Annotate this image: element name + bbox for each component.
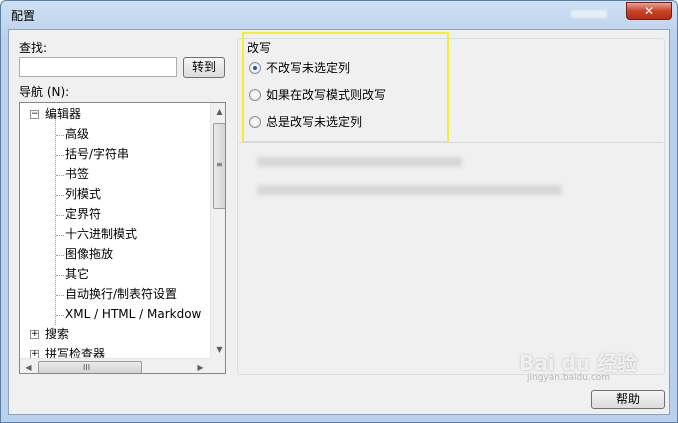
tree-connector (56, 195, 64, 196)
tree-items: − 编辑器 高级 括号/字符串 书签 列模式 定界符 十六进制模式 图像拖放 其… (20, 103, 210, 358)
window-title: 配置 (11, 9, 36, 23)
close-button[interactable]: ✕ (626, 2, 672, 20)
nav-tree[interactable]: − 编辑器 高级 括号/字符串 书签 列模式 定界符 十六进制模式 图像拖放 其… (19, 102, 226, 374)
nav-label: 导航 (N): (19, 85, 70, 99)
tree-horizontal-scrollbar[interactable]: ◀ III ▶ (20, 358, 210, 373)
tree-item-hex-mode[interactable]: 十六进制模式 (65, 224, 137, 244)
tree-item-label: 拼写检查器 (45, 347, 106, 358)
expand-icon[interactable]: + (30, 350, 39, 358)
scroll-up-icon[interactable]: ▲ (211, 103, 225, 120)
tree-vertical-scrollbar[interactable]: ▲ ≡ ▼ (210, 103, 225, 358)
tree-connector (56, 215, 64, 216)
tree-item-brackets[interactable]: 括号/字符串 (65, 144, 129, 164)
collapse-icon[interactable]: − (30, 110, 39, 119)
scroll-left-icon[interactable]: ◀ (20, 359, 37, 373)
blurred-option (257, 157, 462, 167)
blurred-options-area (239, 142, 663, 372)
tree-connector (56, 275, 64, 276)
tree-item-spellcheck[interactable]: + 拼写检查器 (20, 344, 210, 358)
blurred-option (257, 185, 562, 195)
horizontal-scroll-thumb[interactable]: III (38, 361, 142, 373)
scroll-right-icon[interactable]: ▶ (192, 359, 209, 373)
tree-item-word-wrap[interactable]: 自动换行/制表符设置 (65, 284, 177, 304)
scroll-corner (210, 358, 225, 373)
goto-button[interactable]: 转到 (183, 57, 225, 78)
tree-item-editor[interactable]: − 编辑器 (20, 104, 210, 124)
tree-connector (56, 295, 64, 296)
help-button[interactable]: 帮助 (591, 390, 665, 409)
grip-icon: III (83, 363, 91, 372)
tree-connector (56, 315, 64, 316)
vertical-scroll-thumb[interactable]: ≡ (213, 123, 225, 209)
tree-connector (56, 175, 64, 176)
tree-item-search[interactable]: + 搜索 (20, 324, 210, 344)
highlight-box (242, 32, 449, 143)
tree-item-xml-html[interactable]: XML / HTML / Markdow (65, 304, 201, 324)
watermark: Bai du 经验 (519, 351, 638, 375)
tree-connector (56, 135, 64, 136)
tree-connector (56, 155, 64, 156)
title-bar[interactable]: 配置 ✕ (1, 1, 677, 29)
scroll-down-icon[interactable]: ▼ (211, 341, 225, 358)
tree-item-column-mode[interactable]: 列模式 (65, 184, 101, 204)
expand-icon[interactable]: + (30, 330, 39, 339)
search-label: 查找: (19, 41, 48, 55)
tree-item-bookmarks[interactable]: 书签 (65, 164, 89, 184)
watermark-url: jingyan.baidu.com (527, 373, 611, 383)
grip-icon: ≡ (216, 160, 223, 169)
tree-item-label: 搜索 (45, 327, 70, 341)
search-input[interactable] (19, 57, 177, 77)
tree-connector (56, 235, 64, 236)
tree-item-delimiters[interactable]: 定界符 (65, 204, 101, 224)
tree-item-image-drop[interactable]: 图像拖放 (65, 244, 113, 264)
config-window: 配置 ✕ 查找: 转到 导航 (N): − 编辑器 高级 括号/字符串 书签 列… (0, 0, 678, 423)
tree-item-other[interactable]: 其它 (65, 264, 89, 284)
title-ghost (571, 10, 607, 18)
tree-connector (56, 255, 64, 256)
tree-guide-line (55, 115, 56, 325)
tree-item-label: 编辑器 (45, 107, 82, 121)
tree-item-advanced[interactable]: 高级 (65, 124, 89, 144)
